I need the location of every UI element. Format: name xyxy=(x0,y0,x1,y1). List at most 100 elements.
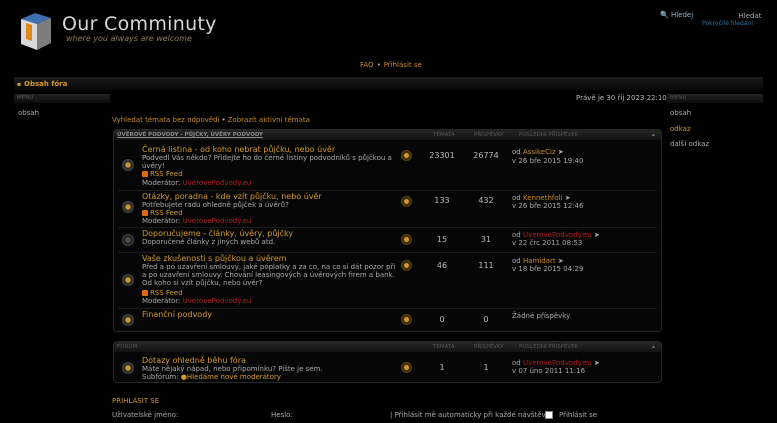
by-label: od xyxy=(512,359,521,367)
collapse-icon[interactable]: ▴ xyxy=(652,344,655,350)
rss-icon xyxy=(142,171,148,177)
by-label: od xyxy=(512,257,521,265)
last-post-user-link[interactable]: UverovePodvody.eu xyxy=(523,231,592,239)
forum-row: Doporučujeme - články, úvěry, půjčky Dop… xyxy=(114,229,661,251)
view-post-icon[interactable]: ➤ xyxy=(594,231,600,239)
rss-feed-link[interactable]: RSS Feed xyxy=(142,289,183,297)
breadcrumb[interactable]: Obsah fóra xyxy=(24,80,67,88)
nav-separator: • xyxy=(376,61,381,69)
search-input[interactable]: Hledat xyxy=(730,12,770,20)
advanced-search-link[interactable]: Pokročilé hledání xyxy=(702,20,753,27)
left-menu-item[interactable]: obsah xyxy=(18,109,39,117)
forum-category: FÓRUM TÉMATA PŘÍSPĚVKY POSLEDNÍ PŘÍSPĚVE… xyxy=(113,341,662,383)
subforum-link[interactable]: Hledáme nové moderátory xyxy=(187,373,281,381)
last-post-date: v 07 úno 2011 11:16 xyxy=(512,367,586,375)
forum-feed-icon[interactable] xyxy=(401,260,412,271)
forum-description: Potřebujete radu ohledně půjček a úvěrů? xyxy=(142,201,289,209)
collapse-icon[interactable]: ▴ xyxy=(652,132,655,138)
posts-count: 0 xyxy=(483,315,489,324)
forum-moderator: Moderátor: UverovePodvody.eu xyxy=(142,217,251,225)
forum-title[interactable]: Doporučujeme - články, úvěry, půjčky xyxy=(142,229,293,238)
view-post-icon[interactable]: ➤ xyxy=(558,148,564,156)
forum-title[interactable]: Vaše zkušenosti s půjčkou a úvěrem xyxy=(142,254,287,263)
moderator-link[interactable]: UverovePodvody.eu xyxy=(183,217,252,225)
col-posts-header: PŘÍSPĚVKY xyxy=(474,132,504,138)
posts-count: 31 xyxy=(480,235,492,244)
forum-row: Černá listina - od koho nebrat půjčku, n… xyxy=(114,144,661,188)
row-divider xyxy=(118,252,657,253)
posts-count: 1 xyxy=(483,363,489,372)
posts-count: 26774 xyxy=(473,151,499,160)
last-post-user-link[interactable]: AssikeCiz xyxy=(523,148,556,156)
last-post-user-link[interactable]: Kennethfoli xyxy=(523,194,563,202)
last-post-author: od Hamidart ➤ xyxy=(512,257,564,265)
forum-moderator: Moderátor: UverovePodvody.eu xyxy=(142,179,251,187)
last-post-user-link[interactable]: Hamidart xyxy=(523,257,556,265)
login-button[interactable]: Přihlásit se xyxy=(559,411,597,419)
active-topics-link[interactable]: Zobrazit aktivní témata xyxy=(228,116,310,124)
right-menu-item[interactable]: obsah xyxy=(670,109,691,117)
forum-row: Dotazy ohledně běhu fóra Máte nějaký náp… xyxy=(114,356,661,382)
site-logo[interactable] xyxy=(17,13,53,50)
login-link[interactable]: Přihlásit se xyxy=(384,61,422,69)
forum-status-icon xyxy=(122,362,134,374)
by-label: od xyxy=(512,148,521,156)
site-description: where you always are welcome xyxy=(66,34,192,43)
posts-count: 111 xyxy=(478,261,494,270)
view-post-icon[interactable]: ➤ xyxy=(594,359,600,367)
topics-count: 0 xyxy=(439,315,445,324)
forum-description: Podvedl Vás někdo? Přidejte ho do černé … xyxy=(142,154,392,170)
forum-title[interactable]: Dotazy ohledně běhu fóra xyxy=(142,356,246,365)
home-icon: ▪ xyxy=(17,81,22,88)
search-link-label: Hledej xyxy=(670,11,694,19)
view-post-icon[interactable]: ➤ xyxy=(565,194,571,202)
breadcrumb-bar xyxy=(14,77,763,90)
row-divider xyxy=(118,190,657,191)
unanswered-topics-link[interactable]: Vyhledat témata bez odpovědí xyxy=(112,116,220,124)
right-menu-item[interactable]: další odkaz xyxy=(670,140,709,148)
forum-status-icon xyxy=(122,274,134,286)
category-title[interactable]: FÓRUM xyxy=(117,344,137,350)
topics-count: 23301 xyxy=(429,151,455,160)
autologin-label: | Přihlásit mě automaticky při každé náv… xyxy=(390,411,551,419)
row-divider xyxy=(118,308,657,309)
current-date: Právě je 30 říj 2023 22:10 xyxy=(576,94,667,102)
category-header: ÚVĚROVÉ PODVODY - PŮJČKY, ÚVĚRY PODVODY … xyxy=(114,130,661,140)
forum-feed-icon[interactable] xyxy=(401,234,412,245)
category-header: FÓRUM TÉMATA PŘÍSPĚVKY POSLEDNÍ PŘÍSPĚVE… xyxy=(114,342,661,352)
forum-title[interactable]: Otázky, poradna - kde vzít půjčku, nebo … xyxy=(142,192,322,201)
moderator-link[interactable]: UverovePodvody.eu xyxy=(183,179,252,187)
forum-status-icon xyxy=(122,159,134,171)
last-post-user-link[interactable]: UverovePodvody.eu xyxy=(523,359,592,367)
search-link[interactable]: 🔍 Hledej xyxy=(660,11,693,19)
forum-title[interactable]: Finanční podvody xyxy=(142,310,212,319)
forum-category: ÚVĚROVÉ PODVODY - PŮJČKY, ÚVĚRY PODVODY … xyxy=(113,129,662,332)
category-title[interactable]: ÚVĚROVÉ PODVODY - PŮJČKY, ÚVĚRY PODVODY xyxy=(117,132,263,138)
forum-feed-icon[interactable] xyxy=(401,150,412,161)
site-title: Our Comminuty xyxy=(62,13,217,35)
topics-count: 133 xyxy=(434,196,450,205)
forum-row: Vaše zkušenosti s půjčkou a úvěrem Před … xyxy=(114,254,661,308)
moderator-link[interactable]: UverovePodvody.eu xyxy=(183,297,252,305)
autologin-checkbox[interactable] xyxy=(545,411,553,419)
rss-icon xyxy=(142,210,148,216)
subforum-list: Subfórum: ●Hledáme nové moderátory xyxy=(142,373,281,381)
forum-feed-icon[interactable] xyxy=(401,196,412,207)
forum-feed-icon[interactable] xyxy=(401,362,412,373)
posts-count: 432 xyxy=(478,196,494,205)
rss-feed-link[interactable]: RSS Feed xyxy=(142,170,183,178)
top-nav: FAQ • Přihlásit se xyxy=(360,61,422,69)
forum-feed-icon[interactable] xyxy=(401,314,412,325)
forum-description: Máte nějaký nápad, nebo připomínku? Pišt… xyxy=(142,365,323,373)
right-menu-item[interactable]: odkaz xyxy=(670,125,691,133)
rss-label: RSS Feed xyxy=(150,170,183,178)
moderator-label: Moderátor: xyxy=(142,179,181,187)
faq-link[interactable]: FAQ xyxy=(360,61,374,69)
forum-title[interactable]: Černá listina - od koho nebrat půjčku, n… xyxy=(142,145,335,154)
rss-feed-link[interactable]: RSS Feed xyxy=(142,209,183,217)
row-divider xyxy=(118,227,657,228)
last-post-date: v 26 bře 2015 19:40 xyxy=(512,157,584,165)
search-icon: 🔍 xyxy=(660,11,669,19)
view-post-icon[interactable]: ➤ xyxy=(558,257,564,265)
forum-row: Finanční podvody 0 0 Žádné příspěvky xyxy=(114,310,661,330)
